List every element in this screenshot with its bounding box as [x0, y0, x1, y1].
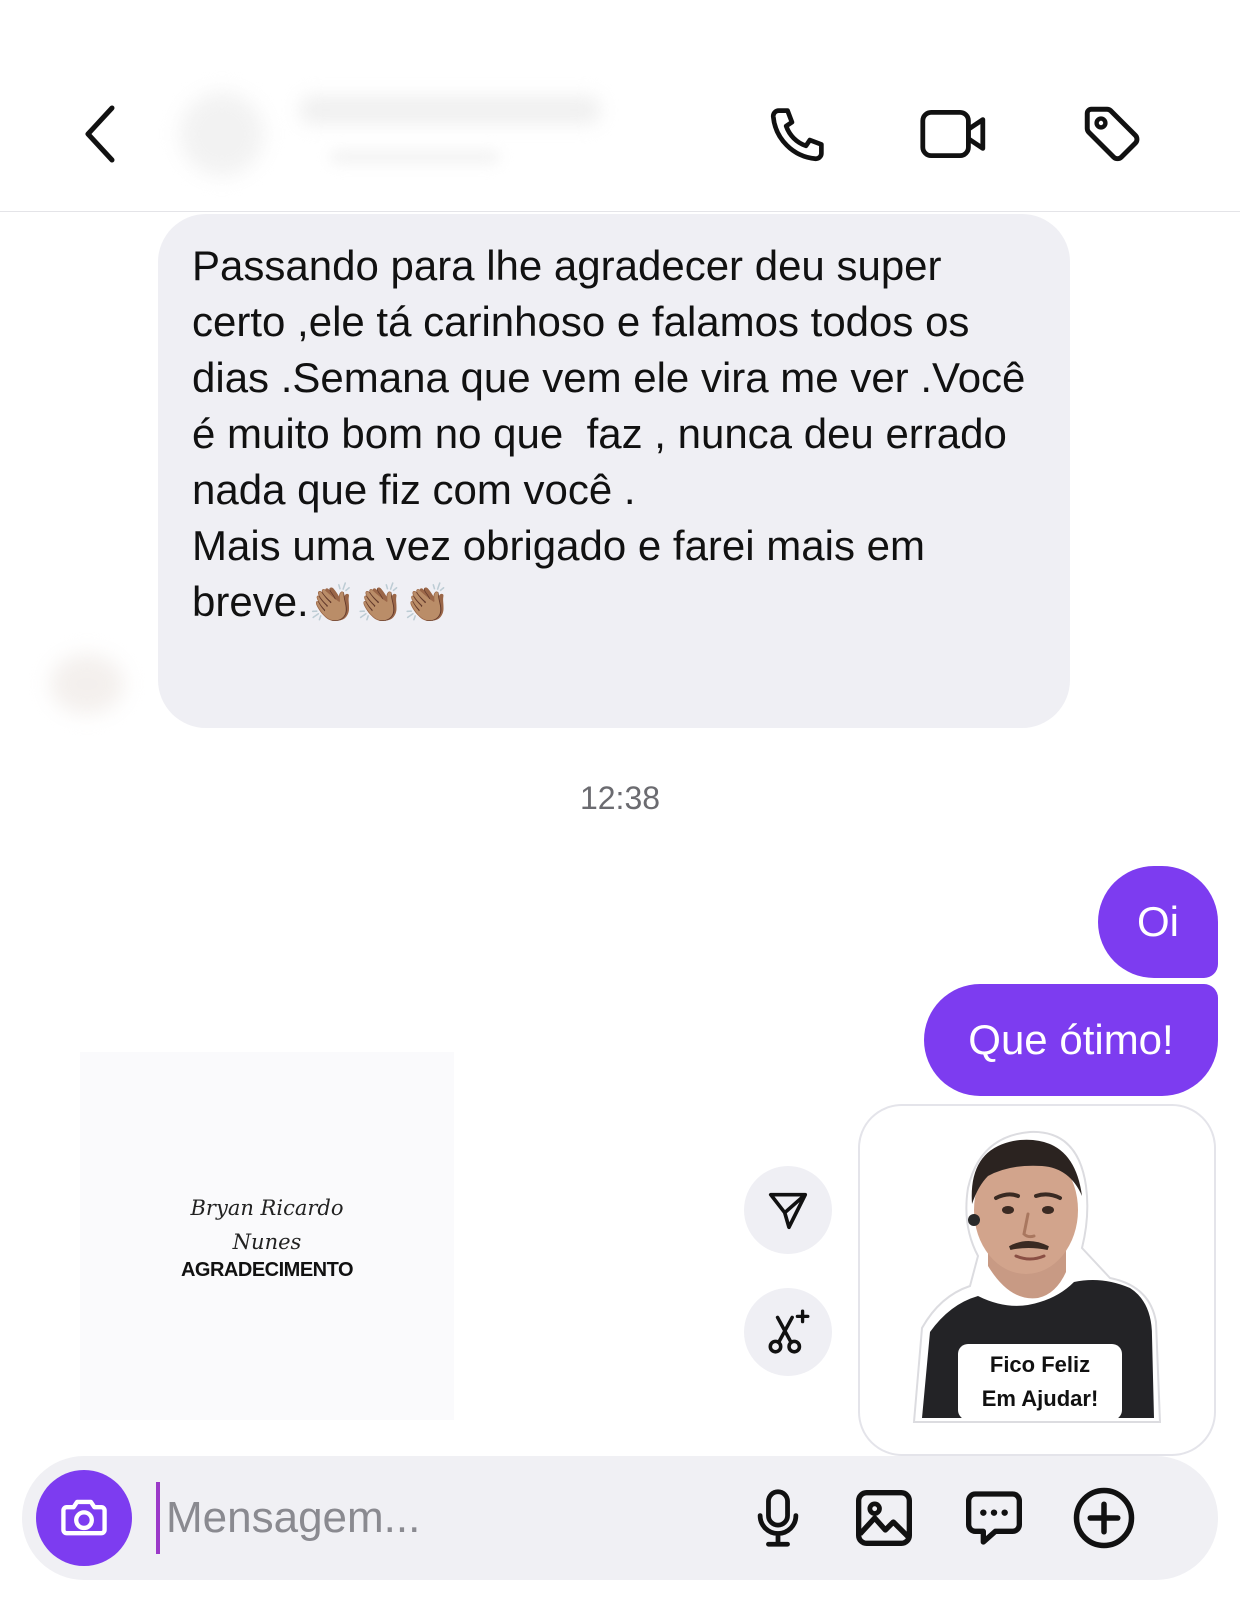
contact-subtitle	[330, 150, 500, 164]
camera-icon	[61, 1499, 107, 1536]
microphone-icon	[757, 1489, 799, 1547]
sent-message-bubble[interactable]: Que ótimo!	[924, 984, 1218, 1096]
gallery-button[interactable]	[848, 1482, 920, 1554]
card-title: AGRADECIMENTO	[180, 1258, 354, 1281]
back-button[interactable]	[72, 96, 128, 172]
video-camera-icon	[920, 110, 986, 158]
video-call-button[interactable]	[912, 96, 996, 172]
sticker-caption: Fico Feliz Em Ajudar!	[958, 1344, 1122, 1420]
tag-button[interactable]	[1070, 96, 1154, 172]
message-composer	[22, 1456, 1218, 1580]
sticker-caption-line: Em Ajudar!	[981, 1386, 1099, 1411]
add-button[interactable]	[1068, 1482, 1140, 1554]
chat-bubble-icon	[966, 1491, 1022, 1545]
share-button[interactable]	[744, 1166, 832, 1254]
received-message-text: Passando para lhe agradecer deu super ce…	[192, 242, 1026, 625]
scissors-sparkle-icon	[768, 1309, 810, 1354]
clap-emoji: 👏🏽👏🏽👏🏽	[308, 583, 451, 625]
chevron-left-icon	[85, 105, 115, 163]
call-button[interactable]	[756, 96, 840, 172]
contact-name[interactable]	[300, 96, 600, 124]
sent-message-bubble[interactable]: Oi	[1098, 866, 1218, 978]
sticker-message[interactable]: Fico Feliz Em Ajudar!	[858, 1104, 1216, 1456]
camera-button[interactable]	[36, 1470, 132, 1566]
message-timestamp: 12:38	[579, 780, 661, 816]
shared-image-card[interactable]: Bryan Ricardo Nunes AGRADECIMENTO	[80, 1052, 454, 1420]
tag-icon	[1084, 106, 1140, 162]
chat-header	[0, 0, 1240, 212]
card-signature-name: Bryan Ricardo Nunes	[190, 1195, 344, 1254]
sticker-caption-line: Fico Feliz	[989, 1352, 1091, 1377]
send-icon	[768, 1192, 808, 1230]
sticker-chat-button[interactable]	[958, 1482, 1030, 1554]
received-message-bubble[interactable]: Passando para lhe agradecer deu super ce…	[158, 214, 1070, 728]
voice-message-button[interactable]	[742, 1482, 814, 1554]
message-input[interactable]	[156, 1482, 716, 1554]
image-icon	[856, 1490, 912, 1546]
plus-circle-icon	[1073, 1487, 1135, 1549]
remix-button[interactable]	[744, 1288, 832, 1376]
phone-icon	[770, 108, 824, 162]
contact-avatar[interactable]	[180, 92, 264, 176]
sender-avatar[interactable]	[50, 654, 124, 714]
